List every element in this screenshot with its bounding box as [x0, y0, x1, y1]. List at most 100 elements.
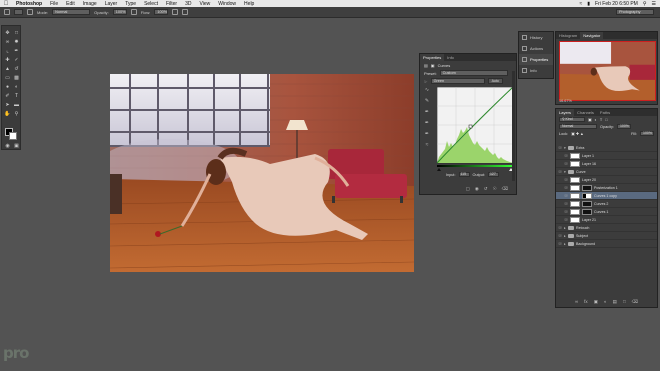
- edit-points-icon[interactable]: ∿: [424, 87, 430, 93]
- layer-row[interactable]: ☉ Layer 21: [556, 216, 657, 224]
- path-select-tool-icon[interactable]: ➤: [4, 102, 11, 108]
- quick-select-tool-icon[interactable]: ✹: [13, 39, 20, 45]
- filter-image-icon[interactable]: ▣: [588, 117, 592, 122]
- reset-icon[interactable]: ↺: [484, 186, 488, 192]
- workspace-select[interactable]: Photography: [616, 9, 654, 15]
- new-layer-icon[interactable]: □: [623, 299, 626, 305]
- dock-actions[interactable]: Actions: [519, 43, 553, 54]
- menu-help[interactable]: Help: [240, 1, 258, 7]
- marquee-tool-icon[interactable]: □: [13, 30, 20, 36]
- mode-select[interactable]: Normal: [52, 9, 91, 15]
- layer-row[interactable]: ☉ Posterization 1: [556, 184, 657, 192]
- dodge-tool-icon[interactable]: ◐: [13, 84, 20, 90]
- layer-style-icon[interactable]: fx: [584, 299, 588, 305]
- navigator-thumbnail[interactable]: [559, 41, 656, 101]
- filter-shape-icon[interactable]: □: [605, 118, 607, 122]
- move-tool-icon[interactable]: ✥: [4, 30, 11, 36]
- menu-type[interactable]: Type: [121, 1, 140, 7]
- dock-properties[interactable]: Properties: [519, 54, 553, 65]
- black-point-eyedropper-icon[interactable]: ✒: [424, 109, 430, 115]
- input-field[interactable]: 115: [458, 172, 470, 177]
- layer-row[interactable]: ☉ ▾ Extra: [556, 144, 657, 152]
- layer-row[interactable]: ☉ ▸ Background: [556, 240, 657, 248]
- quick-mask-icon[interactable]: ◉: [4, 143, 11, 149]
- layer-row[interactable]: ☉ ▸ Subject: [556, 232, 657, 240]
- menu-filter[interactable]: Filter: [162, 1, 181, 7]
- visibility-eye-icon[interactable]: ☉: [556, 241, 564, 246]
- layer-row[interactable]: ☉ ▾ Curve: [556, 168, 657, 176]
- link-layers-icon[interactable]: ∞: [575, 299, 578, 305]
- preset-select[interactable]: Custom: [439, 70, 508, 76]
- channel-select[interactable]: Green: [430, 78, 485, 84]
- brush-tool-icon[interactable]: ✓: [13, 57, 20, 63]
- blend-mode-select[interactable]: Normal: [559, 124, 597, 129]
- pressure-opacity-icon[interactable]: [130, 9, 137, 15]
- screen-mode-icon[interactable]: ▣: [13, 143, 20, 149]
- draw-curve-icon[interactable]: ✎: [424, 98, 430, 104]
- layer-row[interactable]: ☉ Curves 1: [556, 208, 657, 216]
- hand-tool-icon[interactable]: ✋: [4, 111, 11, 117]
- brush-tool-icon[interactable]: [4, 9, 10, 15]
- gray-point-eyedropper-icon[interactable]: ✒: [424, 120, 430, 126]
- smooth-icon[interactable]: ≈: [424, 142, 430, 148]
- history-brush-tool-icon[interactable]: ↺: [13, 66, 20, 72]
- navigator-zoom[interactable]: 16.67%: [559, 99, 572, 103]
- menu-app-name[interactable]: Photoshop: [12, 1, 46, 7]
- menu-select[interactable]: Select: [140, 1, 162, 7]
- shape-tool-icon[interactable]: ▬: [13, 102, 20, 108]
- delete-icon[interactable]: ⌫: [502, 186, 508, 192]
- blur-tool-icon[interactable]: ●: [4, 84, 11, 90]
- menu-view[interactable]: View: [196, 1, 215, 7]
- mask-thumbnail[interactable]: [582, 184, 592, 191]
- search-icon[interactable]: ⚲: [643, 1, 647, 7]
- menubar-clock[interactable]: Fri Feb 20 6:50 PM: [595, 1, 638, 7]
- filter-kind-select[interactable]: ⚲ Kind: [559, 117, 585, 122]
- background-color-swatch[interactable]: [9, 132, 17, 140]
- list-icon[interactable]: ☰: [652, 1, 656, 7]
- tab-channels[interactable]: Channels: [574, 109, 597, 116]
- layer-row[interactable]: ☉ Curves 2: [556, 200, 657, 208]
- visibility-eye-icon[interactable]: ☉: [556, 233, 564, 238]
- auto-button[interactable]: Auto: [487, 78, 503, 84]
- layer-row-selected[interactable]: ☉ Curves 1 copy: [556, 192, 657, 200]
- pen-tool-icon[interactable]: ✐: [4, 93, 11, 99]
- tab-paths[interactable]: Paths: [597, 109, 613, 116]
- airbrush-icon[interactable]: [172, 9, 179, 15]
- layer-row[interactable]: ☉ Layer 20: [556, 176, 657, 184]
- visibility-eye-icon[interactable]: ☉: [562, 161, 570, 166]
- visibility-eye-icon[interactable]: ☉: [556, 169, 564, 174]
- clip-to-layer-icon[interactable]: ▢: [466, 186, 470, 192]
- tab-info[interactable]: Info: [444, 54, 457, 61]
- layer-opacity-field[interactable]: 100%: [616, 124, 631, 129]
- battery-icon[interactable]: ▮: [587, 1, 590, 7]
- menu-layer[interactable]: Layer: [101, 1, 122, 7]
- visibility-eye-icon[interactable]: ☉: [562, 217, 570, 222]
- visibility-eye-icon[interactable]: ☉: [562, 201, 570, 206]
- document-canvas[interactable]: [110, 74, 414, 272]
- menu-image[interactable]: Image: [79, 1, 101, 7]
- visibility-eye-icon[interactable]: ☉: [562, 193, 570, 198]
- brush-panel-icon[interactable]: [27, 9, 33, 15]
- mask-thumbnail[interactable]: [582, 208, 592, 215]
- mask-icon[interactable]: ▣: [431, 63, 435, 68]
- wifi-icon[interactable]: ≈: [580, 1, 583, 7]
- type-tool-icon[interactable]: T: [13, 93, 20, 99]
- brush-size-picker[interactable]: [14, 9, 23, 15]
- layer-row[interactable]: ☉ Layer 1: [556, 152, 657, 160]
- lock-icon[interactable]: ▣ ✚ ▲: [571, 131, 584, 136]
- visibility-eye-icon[interactable]: ☉: [562, 153, 570, 158]
- curves-graph[interactable]: [437, 87, 513, 183]
- stamp-tool-icon[interactable]: ▲: [4, 66, 11, 72]
- visibility-eye-icon[interactable]: ☉: [562, 177, 570, 182]
- layer-row[interactable]: ☉ Layer 16: [556, 160, 657, 168]
- visibility-eye-icon[interactable]: ☉: [562, 209, 570, 214]
- dock-info[interactable]: Info: [519, 65, 553, 76]
- tab-layers[interactable]: Layers: [556, 109, 575, 116]
- white-point-eyedropper-icon[interactable]: ✒: [424, 131, 430, 137]
- visibility-eye-icon[interactable]: ☉: [562, 185, 570, 190]
- hand-target-icon[interactable]: ☞: [424, 79, 428, 84]
- output-field[interactable]: 127: [487, 172, 499, 177]
- zoom-tool-icon[interactable]: ⚲: [13, 111, 20, 117]
- fill-field[interactable]: 100%: [640, 131, 654, 136]
- tab-properties[interactable]: Properties: [420, 54, 445, 61]
